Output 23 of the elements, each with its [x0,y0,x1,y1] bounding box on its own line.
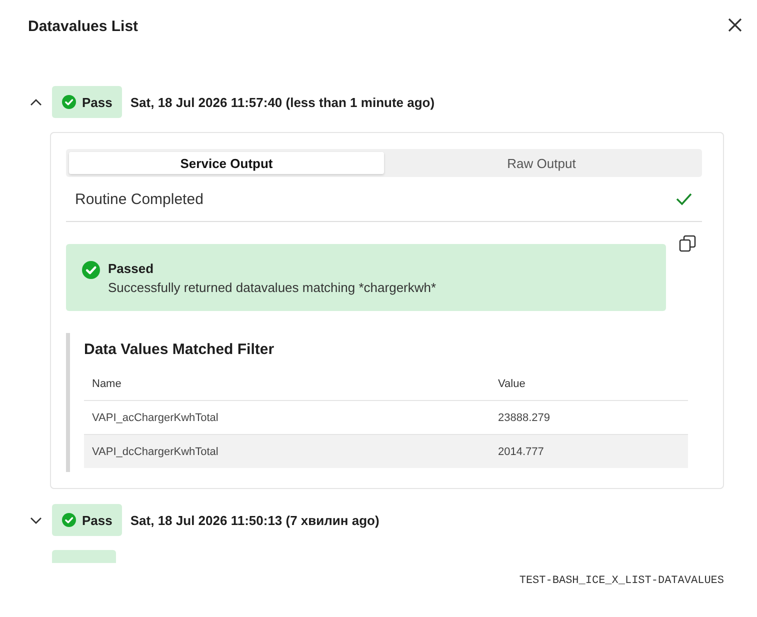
output-tab[interactable]: Raw Output [384,152,699,174]
run-timestamp: Sat, 18 Jul 2026 11:57:40 (less than 1 minute ago) [130,94,435,110]
alert-title: Passed [108,261,155,276]
output-tab[interactable]: Service Output [69,152,384,174]
close-icon[interactable] [727,16,743,32]
table-cell: 2014.777 [490,434,688,468]
test-id: TEST-BASH_ICE_X_LIST-DATAVALUES [519,575,724,587]
status-badge: Pass [52,504,122,536]
run-timestamp: Sat, 18 Jul 2026 11:50:13 (7 хвилин ago) [130,512,380,528]
check-circle-icon [62,95,76,109]
copy-icon[interactable] [679,235,696,252]
check-circle-icon [62,513,76,527]
section-title: Data Values Matched Filter [84,341,276,358]
routine-status-label: Routine Completed [75,190,204,208]
column-header: Name [84,368,490,400]
column-header: Value [490,368,688,400]
alert-message: Successfully returned datavalues matching *chargerkwh* [108,280,436,295]
expand-chevron-icon[interactable] [30,516,42,524]
status-badge: Pass [52,86,122,118]
collapse-chevron-icon[interactable] [30,98,42,106]
check-circle-icon [82,261,100,279]
dialog-title: Datavalues List [28,18,138,34]
table-cell: VAPI_dcChargerKwhTotal [84,434,490,468]
